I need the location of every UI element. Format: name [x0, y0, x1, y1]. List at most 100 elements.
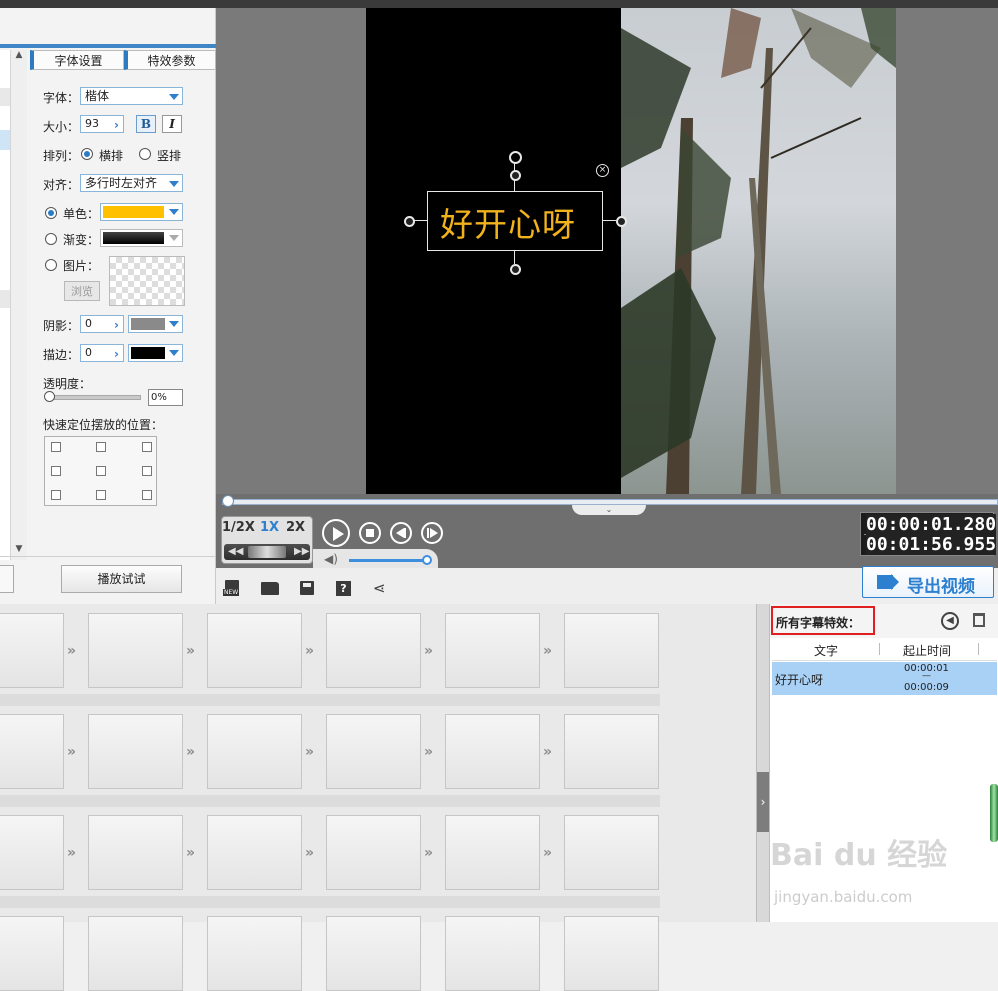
position-top-left[interactable]	[51, 442, 61, 452]
italic-button[interactable]: I	[162, 115, 182, 133]
column-text-header[interactable]: 文字	[814, 642, 838, 659]
scroll-down-icon[interactable]: ▼	[11, 544, 27, 560]
storyboard-slot[interactable]	[445, 714, 540, 789]
top-handle[interactable]	[510, 170, 521, 181]
opacity-slider-handle[interactable]	[44, 391, 55, 402]
align-select[interactable]: 多行时左对齐	[80, 174, 183, 192]
gradient-picker[interactable]	[100, 229, 183, 247]
tab-font-settings[interactable]: 字体设置	[30, 50, 124, 70]
play-button[interactable]	[322, 519, 350, 547]
position-middle-center[interactable]	[96, 466, 106, 476]
gradient-radio[interactable]	[45, 233, 57, 245]
stop-button[interactable]	[359, 522, 381, 544]
storyboard-slot[interactable]	[0, 613, 64, 688]
volume-handle[interactable]	[422, 555, 432, 565]
scroll-up-icon[interactable]: ▲	[11, 50, 27, 66]
back-icon[interactable]: ◀	[941, 612, 959, 630]
solid-color-picker[interactable]	[100, 203, 183, 221]
storyboard-slot[interactable]	[445, 815, 540, 890]
storyboard-slot[interactable]	[207, 815, 302, 890]
storyboard-slot[interactable]	[326, 916, 421, 991]
right-handle[interactable]	[616, 216, 627, 227]
shadow-stepper[interactable]: 0 ›	[80, 315, 124, 333]
trash-icon[interactable]	[973, 613, 985, 627]
tab-effect-params[interactable]: 特效参数	[124, 50, 216, 70]
position-top-center[interactable]	[96, 442, 106, 452]
position-top-right[interactable]	[142, 442, 152, 452]
storyboard-slot[interactable]	[88, 613, 183, 688]
delete-subtitle-icon[interactable]: ×	[596, 164, 609, 177]
stroke-stepper[interactable]: 0 ›	[80, 344, 124, 362]
bottom-handle[interactable]	[510, 264, 521, 275]
speed-normal-button[interactable]: 1X	[260, 520, 279, 535]
image-radio[interactable]	[45, 259, 57, 271]
progress-handle[interactable]	[222, 495, 234, 507]
new-project-icon[interactable]: NEW	[223, 580, 240, 596]
collapse-tab[interactable]: ⌄	[572, 505, 646, 515]
left-handle[interactable]	[404, 216, 415, 227]
storyboard-slot[interactable]	[0, 714, 64, 789]
speed-slider[interactable]: ◀◀ ▶▶	[224, 544, 310, 560]
horizontal-radio[interactable]	[81, 148, 93, 160]
storyboard-slot[interactable]	[326, 613, 421, 688]
rotate-handle[interactable]	[509, 151, 522, 164]
speed-half-button[interactable]: 1/2X	[222, 520, 255, 535]
storyboard-slot[interactable]	[0, 815, 64, 890]
help-icon[interactable]: ?	[336, 581, 351, 596]
prev-frame-button[interactable]	[390, 522, 412, 544]
storyboard-slot[interactable]	[207, 714, 302, 789]
vertical-radio[interactable]	[139, 148, 151, 160]
opacity-slider-track[interactable]	[45, 395, 141, 400]
storyboard-slot[interactable]	[445, 613, 540, 688]
play-test-button[interactable]: 播放试试	[61, 565, 182, 593]
storyboard-slot[interactable]	[88, 916, 183, 991]
storyboard-slot[interactable]	[326, 815, 421, 890]
storyboard-slot[interactable]	[207, 916, 302, 991]
speed-double-button[interactable]: 2X	[286, 520, 305, 535]
rewind-icon[interactable]: ◀◀	[228, 544, 243, 560]
storyboard-slot[interactable]	[564, 815, 659, 890]
column-time-header[interactable]: 起止时间	[903, 642, 951, 659]
position-bottom-center[interactable]	[96, 490, 106, 500]
storyboard-slot[interactable]	[207, 613, 302, 688]
shadow-color-picker[interactable]	[128, 315, 183, 333]
solid-color-radio[interactable]	[45, 207, 57, 219]
list-scrollbar[interactable]: ▲ ▼	[10, 50, 27, 560]
size-stepper[interactable]: 93 ›	[80, 115, 124, 133]
storyboard-slot[interactable]	[0, 916, 64, 991]
export-video-button[interactable]: 导出视频	[862, 566, 994, 598]
browse-button[interactable]: 浏览	[64, 281, 100, 301]
next-frame-button[interactable]	[421, 522, 443, 544]
share-icon[interactable]: ⋖	[373, 579, 386, 597]
font-select[interactable]: 楷体	[80, 87, 183, 105]
opacity-input[interactable]: 0%	[148, 389, 183, 406]
storyboard-slot[interactable]	[564, 714, 659, 789]
stroke-color-picker[interactable]	[128, 344, 183, 362]
open-folder-icon[interactable]	[261, 582, 279, 595]
panel-splitter[interactable]: ›	[756, 604, 769, 922]
position-bottom-right[interactable]	[142, 490, 152, 500]
fast-forward-icon[interactable]: ▶▶	[294, 544, 309, 560]
speed-knob[interactable]	[248, 546, 286, 558]
list-item[interactable]	[0, 130, 10, 150]
subtitle-row[interactable]: 好开心呀 00:00:01 — 00:00:09	[772, 662, 997, 695]
storyboard-slot[interactable]	[88, 815, 183, 890]
storyboard-slot[interactable]	[564, 916, 659, 991]
storyboard-slot[interactable]	[445, 916, 540, 991]
list-item[interactable]	[0, 88, 10, 106]
speaker-icon[interactable]: ◀)	[324, 552, 338, 566]
position-bottom-left[interactable]	[51, 490, 61, 500]
right-scroll-indicator[interactable]	[990, 784, 998, 842]
left-footer-button[interactable]	[0, 565, 14, 593]
position-middle-right[interactable]	[142, 466, 152, 476]
storyboard-slot[interactable]	[326, 714, 421, 789]
volume-track[interactable]	[349, 559, 429, 562]
bold-button[interactable]: B	[136, 115, 156, 133]
subtitle-text[interactable]: 好开心呀	[440, 198, 576, 246]
effects-list[interactable]: ▲ ▼	[0, 50, 27, 560]
position-middle-left[interactable]	[51, 466, 61, 476]
expand-panel-icon[interactable]: ›	[757, 772, 769, 832]
storyboard-slot[interactable]	[564, 613, 659, 688]
storyboard-slot[interactable]	[88, 714, 183, 789]
save-icon[interactable]	[300, 581, 314, 595]
